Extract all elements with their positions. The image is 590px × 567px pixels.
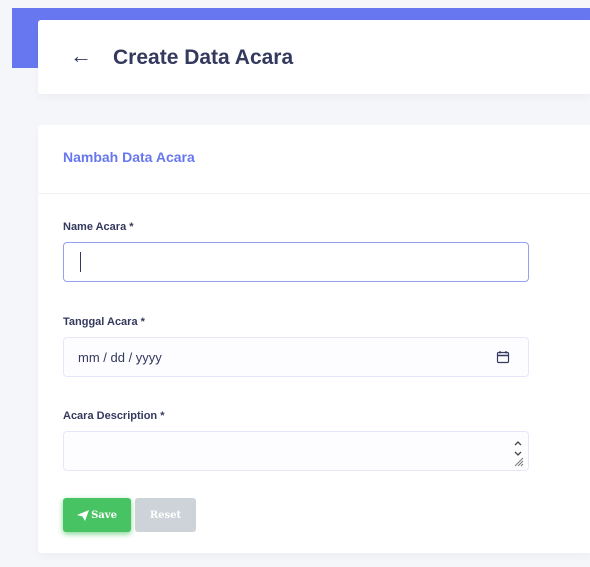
- acara-description-textarea[interactable]: [63, 431, 529, 471]
- page-header: ← Create Data Acara: [38, 20, 590, 94]
- reset-button[interactable]: Reset: [135, 498, 196, 532]
- card-title: Nambah Data Acara: [63, 149, 195, 165]
- resize-handle-icon[interactable]: [512, 438, 524, 473]
- acara-description-label: Acara Description *: [63, 410, 165, 422]
- card-header: Nambah Data Acara: [38, 125, 590, 194]
- save-button-label: Save: [91, 509, 117, 521]
- reset-button-label: Reset: [149, 509, 182, 521]
- back-arrow-icon[interactable]: ←: [70, 42, 92, 70]
- form-card: Nambah Data Acara Name Acara * Tanggal A…: [38, 125, 590, 553]
- calendar-icon[interactable]: [496, 350, 510, 369]
- date-placeholder: mm / dd / yyyy: [78, 350, 162, 365]
- text-cursor: [80, 252, 81, 272]
- name-acara-label: Name Acara *: [63, 221, 134, 233]
- page-title: Create Data Acara: [113, 46, 294, 69]
- name-acara-input[interactable]: [63, 242, 529, 282]
- save-button[interactable]: Save: [63, 498, 131, 532]
- paper-plane-icon: [77, 509, 90, 521]
- tanggal-acara-label: Tanggal Acara *: [63, 316, 145, 328]
- tanggal-acara-date-input[interactable]: mm / dd / yyyy: [63, 337, 529, 377]
